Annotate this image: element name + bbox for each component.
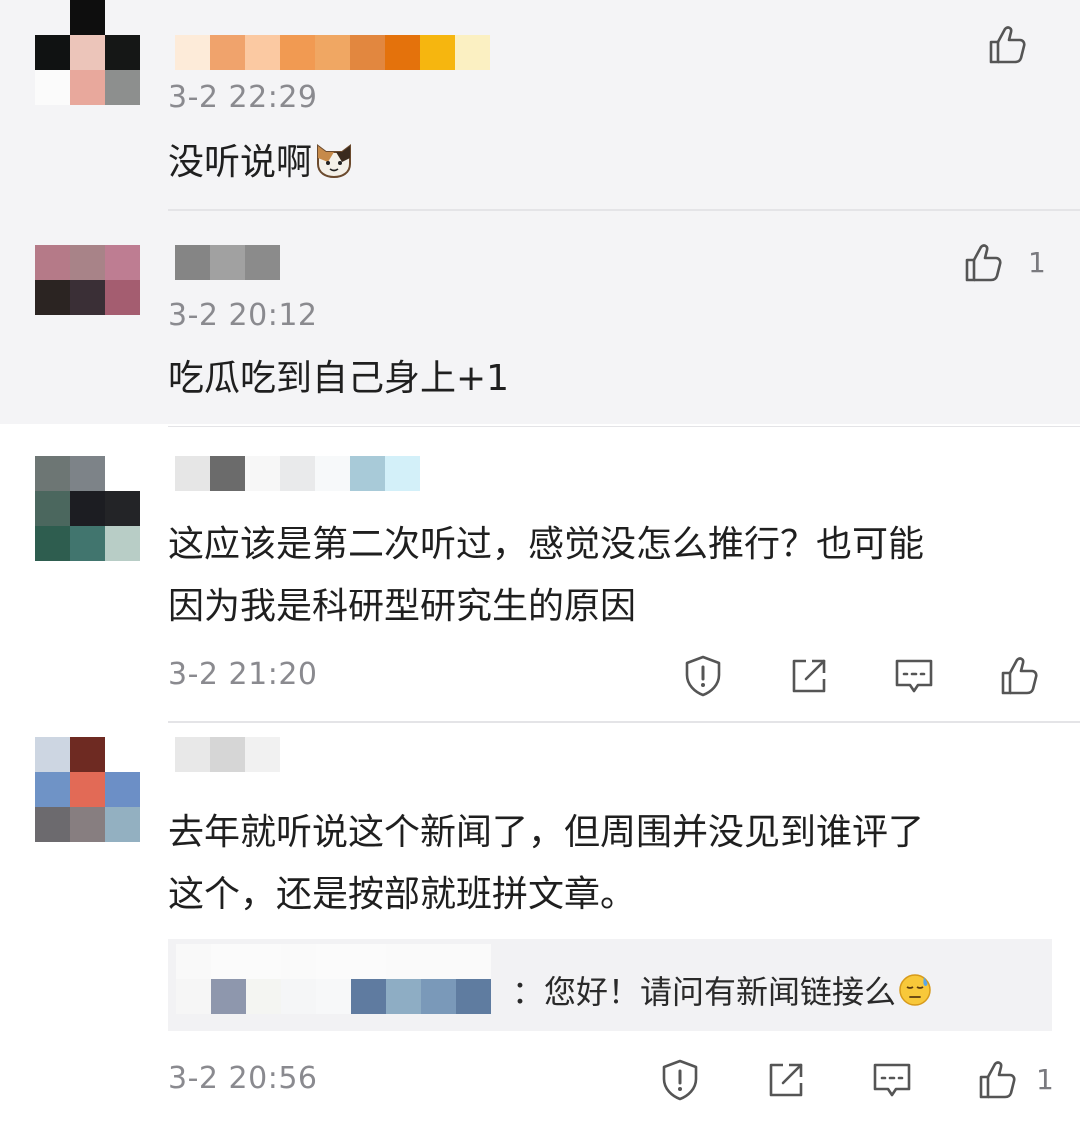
shield-exclamation-icon[interactable] (657, 1057, 703, 1103)
thumbs-up-icon[interactable] (961, 240, 1007, 286)
comment-text: 吃瓜吃到自己身上+1 (168, 358, 510, 399)
comment-text: 这应该是第二次听过，感觉没怎么推行？也可能 因为我是科研型研究生的原因 (168, 524, 925, 627)
comment-time: 3-2 20:56 (168, 1061, 318, 1096)
username-mosaic[interactable] (175, 737, 280, 772)
username-mosaic[interactable] (175, 35, 490, 70)
like-count: 1 (1028, 246, 1046, 279)
divider (168, 209, 1080, 211)
divider (168, 721, 1080, 723)
comment-time: 3-2 21:20 (168, 657, 318, 692)
share-icon[interactable] (763, 1057, 809, 1103)
comment-time: 3-2 20:12 (168, 298, 318, 333)
comment-time: 3-2 22:29 (168, 80, 318, 115)
comment-text: 没听说啊 (168, 132, 354, 198)
avatar[interactable] (35, 456, 140, 561)
username-mosaic[interactable] (175, 245, 280, 280)
username-mosaic[interactable] (175, 456, 420, 491)
divider (168, 426, 1080, 427)
avatar[interactable] (35, 737, 140, 842)
comment-icon[interactable] (869, 1057, 915, 1103)
sub-reply[interactable]: ：您好！请问有新闻链接么 (168, 939, 1052, 1031)
shield-exclamation-icon[interactable] (680, 653, 726, 699)
username-mosaic[interactable] (176, 944, 516, 1014)
comment-icon[interactable] (891, 653, 937, 699)
avatar[interactable] (35, 0, 140, 105)
like-count: 1 (1036, 1063, 1054, 1096)
thumbs-up-icon[interactable] (997, 653, 1043, 699)
share-icon[interactable] (786, 653, 832, 699)
thumbs-up-icon[interactable] (975, 1057, 1021, 1103)
sub-reply-text: ：您好！请问有新闻链接么 (512, 967, 932, 1015)
sweat-emoji (898, 973, 932, 1015)
thumbs-up-icon[interactable] (985, 22, 1031, 68)
avatar[interactable] (35, 245, 140, 315)
cat-emoji (314, 136, 354, 198)
reply-section (0, 0, 1080, 424)
comment-text: 去年就听说这个新闻了，但周围并没见到谁评了 这个，还是按部就班拼文章。 (168, 812, 925, 915)
